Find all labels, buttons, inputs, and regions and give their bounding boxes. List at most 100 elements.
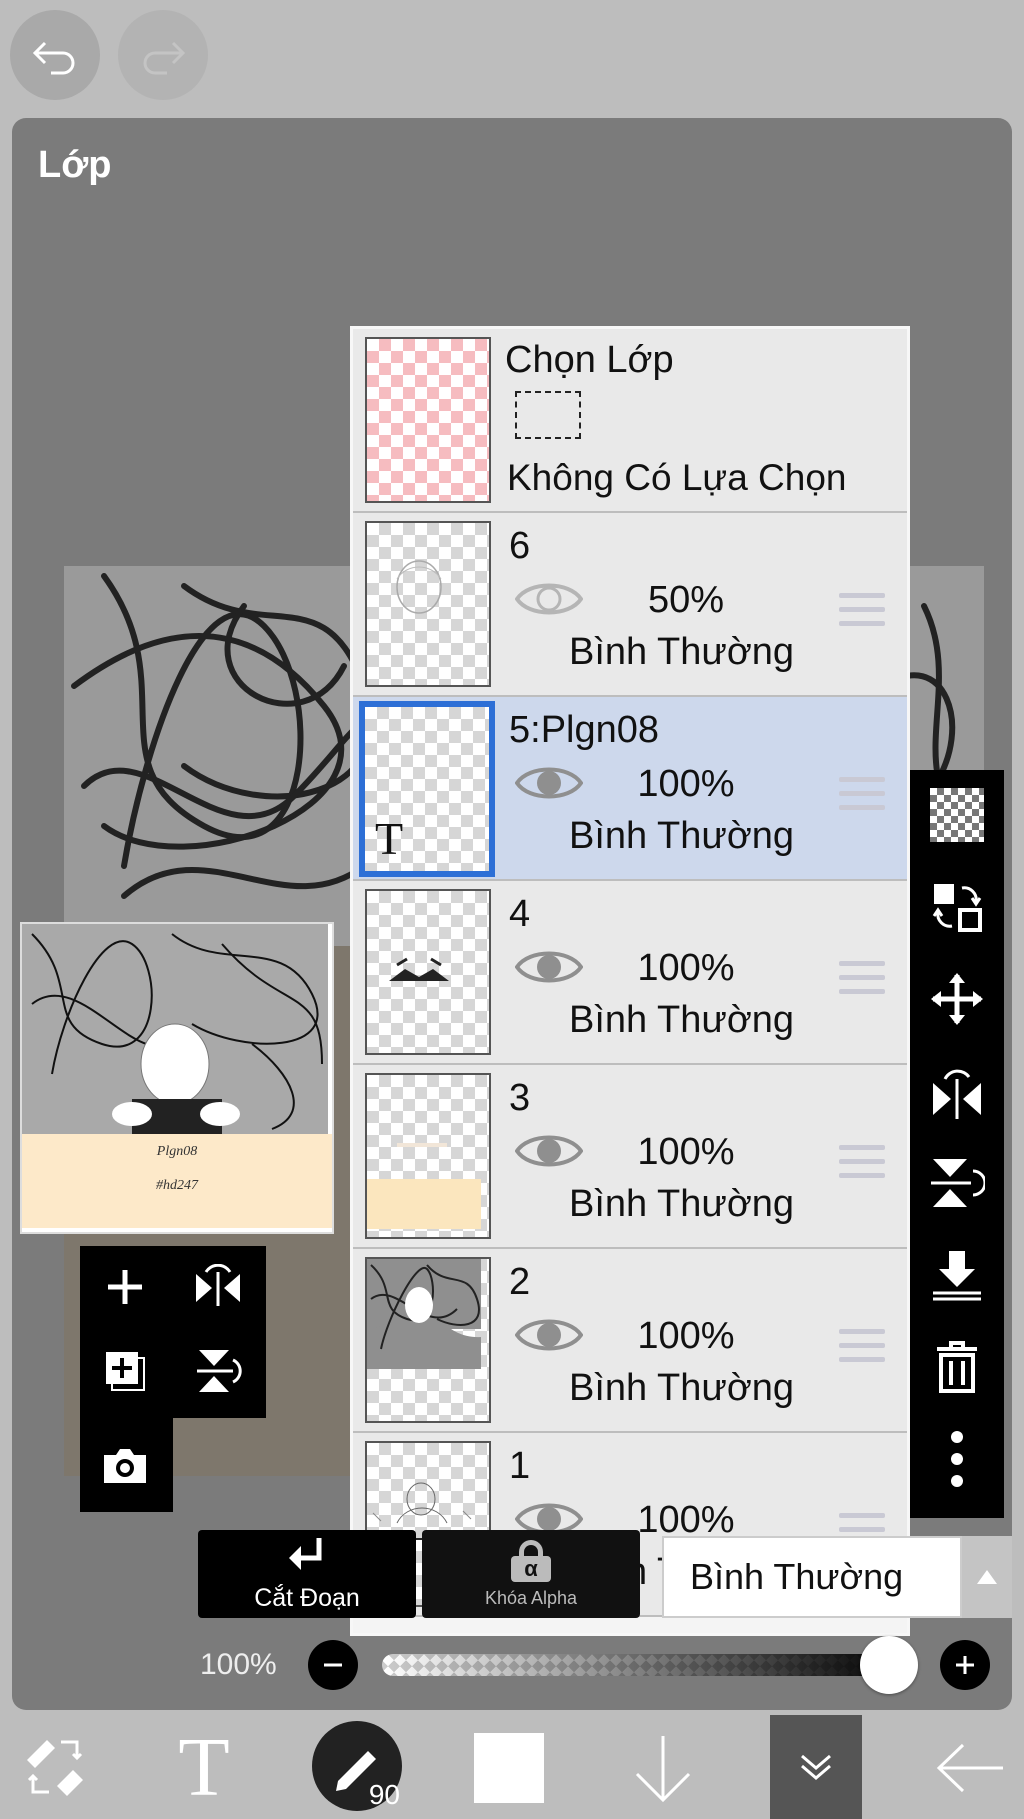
layer-opacity: 100%: [637, 763, 735, 805]
blend-mode-value: Bình Thường: [690, 1556, 904, 1597]
canvas-preview[interactable]: Plgn08 #hd247: [20, 922, 334, 1234]
swap-layer-button[interactable]: [910, 862, 1004, 952]
opacity-increase-button[interactable]: [940, 1640, 990, 1690]
move-button[interactable]: [910, 954, 1004, 1044]
color-swatch-button[interactable]: [474, 1733, 544, 1803]
layer-list: Chọn Lớp Không Có Lựa Chọn 6 50% Bình Thườ…: [350, 326, 910, 1636]
drag-handle-icon[interactable]: [839, 961, 885, 997]
arrow-down-icon: [635, 1736, 691, 1803]
drag-handle-icon[interactable]: [839, 777, 885, 813]
plus-icon: [956, 1656, 974, 1674]
alpha-symbol: α: [511, 1555, 551, 1582]
clipping-button[interactable]: Cắt Đoạn: [198, 1530, 416, 1618]
duplicate-layer-button[interactable]: [90, 1336, 160, 1406]
layer-panel: Lớp Plgn08 #hd247 Chọn Lớp Không Có Lựa …: [12, 118, 1012, 1710]
drag-handle-icon[interactable]: [839, 1329, 885, 1365]
layer-opacity: 100%: [637, 1131, 735, 1173]
layer-thumbnail: [365, 1257, 491, 1423]
drag-handle-icon[interactable]: [839, 593, 885, 629]
flip-horizontal-icon: [196, 1264, 240, 1306]
layer-row[interactable]: 4 100% Bình Thường: [353, 881, 907, 1065]
arrow-left-icon: [936, 1743, 1003, 1793]
layer-blend-mode: Bình Thường: [569, 815, 795, 857]
selection-layer-subtitle: Không Có Lựa Chọn: [507, 457, 847, 498]
visibility-eye-icon[interactable]: [514, 1313, 584, 1357]
layer-thumbnail: [365, 1073, 491, 1239]
flip-vertical-icon: [931, 1159, 985, 1207]
layer-thumbnail: T: [359, 701, 495, 877]
preview-caption-area: Plgn08 #hd247: [22, 1134, 332, 1228]
flip-vertical-button[interactable]: [178, 1336, 258, 1406]
layer-name: 5:Plgn08: [509, 709, 660, 751]
flip-vertical-button-right[interactable]: [910, 1138, 1004, 1228]
layer-name: 4: [509, 893, 531, 935]
layer-thumbnail: [365, 889, 491, 1055]
pen-eraser-swap-icon: [27, 1740, 83, 1796]
blend-mode-dropdown-button[interactable]: [962, 1536, 1012, 1618]
selection-layer-row[interactable]: Chọn Lớp Không Có Lựa Chọn: [353, 329, 907, 513]
redo-button[interactable]: [118, 10, 208, 100]
layer-row[interactable]: 2 100% Bình Thường: [353, 1249, 907, 1433]
layer-row[interactable]: 3 100% Bình Thường: [353, 1065, 907, 1249]
more-options-button[interactable]: [910, 1414, 1004, 1504]
flip-horizontal-button[interactable]: [178, 1252, 258, 1322]
tool-switch-button[interactable]: [20, 1731, 92, 1803]
down-arrow-button[interactable]: [628, 1729, 698, 1809]
layer-opacity: 50%: [647, 579, 725, 621]
visibility-eye-icon[interactable]: [514, 577, 584, 621]
brush-size-value: 90: [368, 1779, 400, 1810]
preview-artwork: [22, 924, 328, 1134]
alpha-lock-label: Khóa Alpha: [484, 1587, 578, 1608]
plus-icon: [108, 1270, 142, 1304]
layer-opacity: 100%: [637, 947, 735, 989]
brush-size-button[interactable]: 90: [312, 1721, 402, 1811]
double-chevron-down-icon: [801, 1754, 831, 1780]
merge-down-icon: [933, 1251, 981, 1301]
back-button[interactable]: [930, 1733, 1010, 1803]
layer-name: 2: [509, 1261, 531, 1303]
visibility-eye-icon[interactable]: [514, 945, 584, 989]
text-tool-icon: T: [178, 1720, 230, 1814]
camera-button[interactable]: [90, 1430, 160, 1500]
checker-button[interactable]: [910, 770, 1004, 860]
layer-name: 1: [509, 1445, 531, 1487]
add-layer-button[interactable]: [90, 1252, 160, 1322]
undo-button[interactable]: [10, 10, 100, 100]
layers-button[interactable]: [770, 1715, 862, 1819]
flip-horizontal-button-right[interactable]: [910, 1046, 1004, 1136]
text-layer-indicator: T: [375, 813, 404, 864]
preview-caption-2: #hd247: [156, 1178, 198, 1193]
text-tool-button[interactable]: T: [168, 1721, 240, 1814]
layer-blend-mode: Bình Thường: [569, 631, 795, 673]
layer-blend-mode: Bình Thường: [569, 1367, 795, 1409]
undo-icon: [32, 41, 75, 75]
clipping-arrow-icon: [289, 1537, 322, 1570]
opacity-decrease-button[interactable]: [308, 1640, 358, 1690]
layer-blend-mode: Bình Thường: [569, 1183, 795, 1225]
bottom-toolbar: T 90: [0, 1715, 1024, 1819]
selection-marquee-icon: [515, 391, 581, 439]
visibility-eye-icon[interactable]: [514, 1129, 584, 1173]
redo-icon: [143, 41, 186, 75]
merge-down-button[interactable]: [910, 1230, 1004, 1320]
delete-layer-button[interactable]: [910, 1322, 1004, 1412]
move-icon: [931, 973, 983, 1025]
drag-handle-icon[interactable]: [839, 1145, 885, 1181]
opacity-label: 100%: [200, 1648, 277, 1681]
right-toolbar: [910, 770, 1004, 1518]
blend-mode-select[interactable]: Bình Thường: [662, 1536, 962, 1618]
layer-row[interactable]: 6 50% Bình Thường: [353, 513, 907, 697]
panel-title: Lớp: [38, 144, 112, 186]
lock-icon: α: [511, 1539, 551, 1582]
swap-layer-icon: [932, 884, 982, 932]
duplicate-icon: [106, 1352, 145, 1391]
visibility-eye-icon[interactable]: [514, 761, 584, 805]
opacity-slider[interactable]: [382, 1654, 902, 1676]
trash-icon: [937, 1341, 977, 1393]
layer-row[interactable]: T 5:Plgn08 100% Bình Thường: [353, 697, 907, 881]
layer-opacity: 100%: [637, 1315, 735, 1357]
opacity-slider-knob[interactable]: [860, 1636, 918, 1694]
alpha-lock-button[interactable]: α Khóa Alpha: [422, 1530, 640, 1618]
checker-icon: [930, 788, 984, 842]
camera-icon: [104, 1449, 146, 1483]
